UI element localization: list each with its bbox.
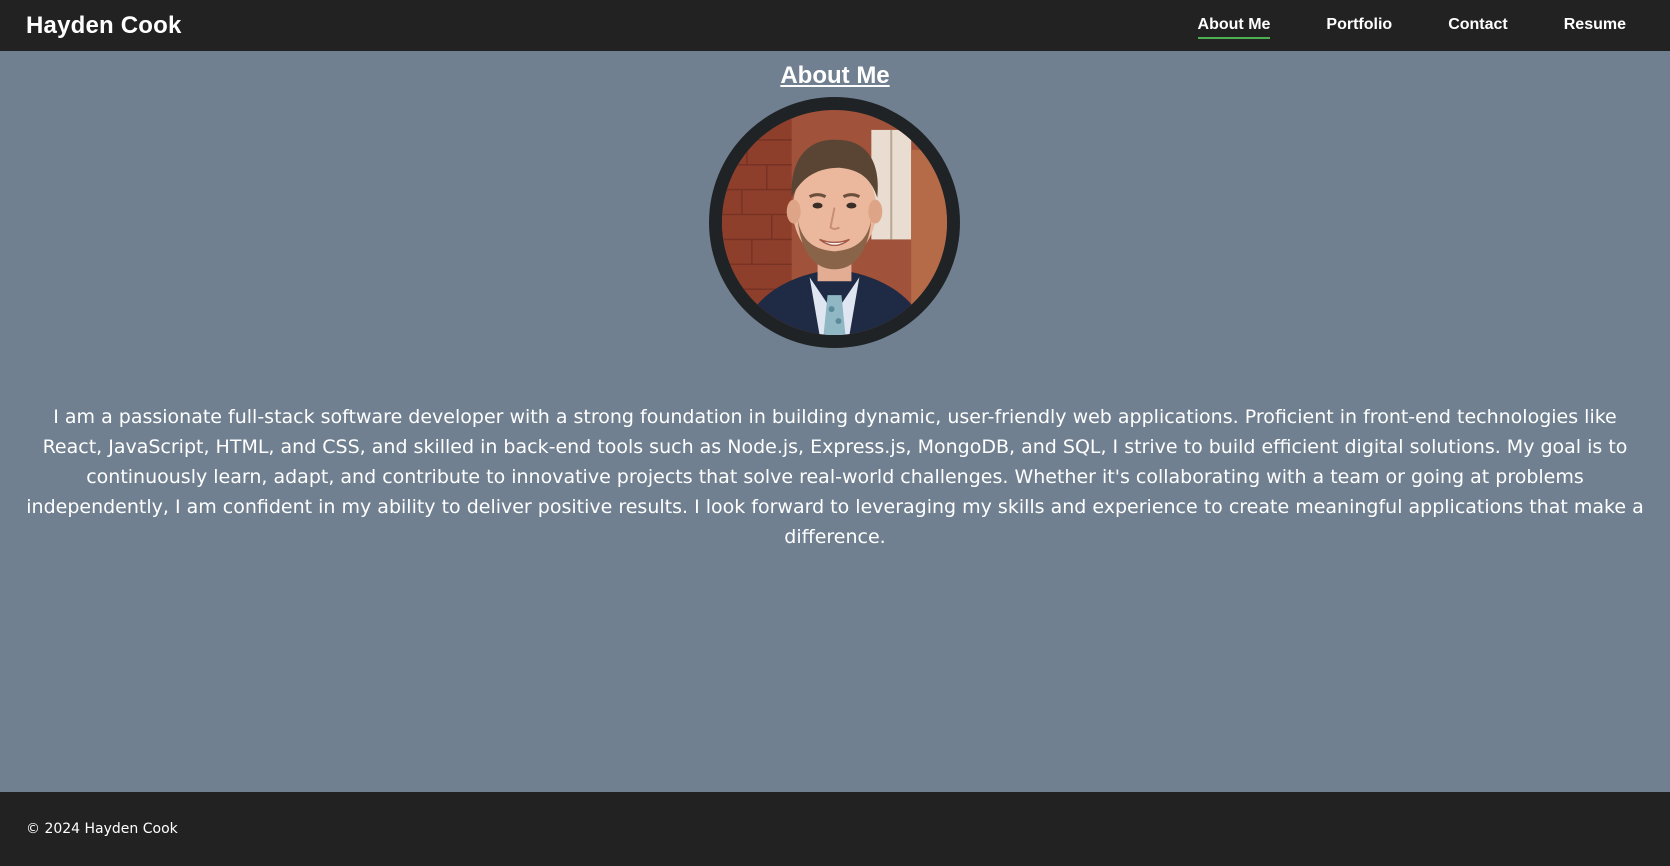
- navbar: Hayden Cook About Me Portfolio Contact R…: [0, 0, 1670, 51]
- nav-link-resume[interactable]: Resume: [1564, 12, 1626, 39]
- nav-link-about-me[interactable]: About Me: [1197, 12, 1271, 39]
- nav-link-portfolio[interactable]: Portfolio: [1326, 12, 1392, 39]
- nav-links: About Me Portfolio Contact Resume: [1142, 0, 1626, 51]
- avatar-frame: [709, 97, 960, 348]
- avatar: [722, 110, 947, 335]
- profile-photo: [722, 110, 947, 335]
- nav-link-contact[interactable]: Contact: [1448, 12, 1508, 39]
- bio-paragraph: I am a passionate full-stack software de…: [26, 406, 1644, 548]
- about-section: About Me I am a passionate full-stack so…: [0, 51, 1670, 792]
- brand-name[interactable]: Hayden Cook: [26, 12, 182, 40]
- page-title: About Me: [780, 62, 890, 89]
- copyright-text: © 2024 Hayden Cook: [26, 821, 178, 837]
- footer: © 2024 Hayden Cook: [0, 792, 1670, 866]
